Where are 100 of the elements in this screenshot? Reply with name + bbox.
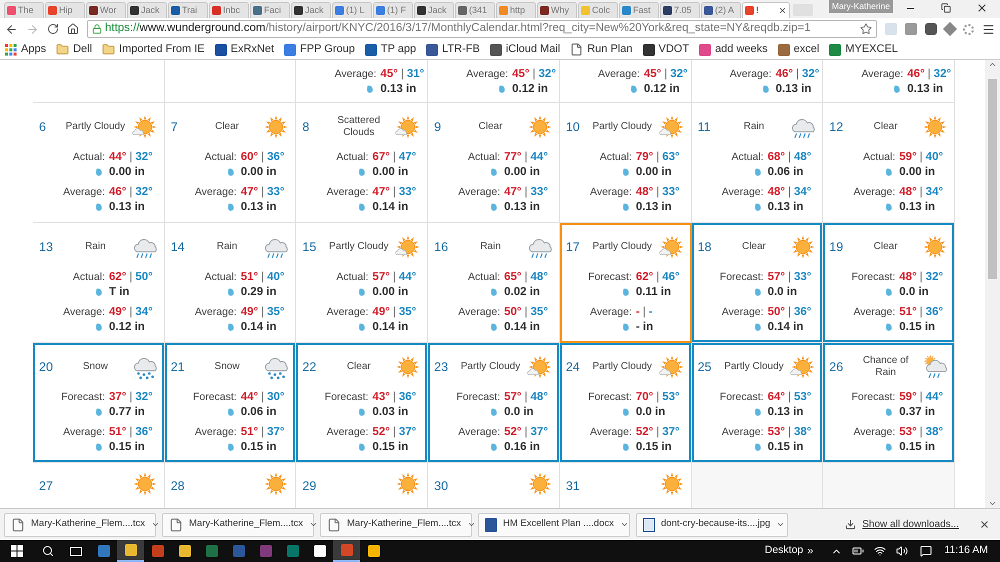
desktop-toolbar-label[interactable]: Desktop xyxy=(764,543,804,559)
bookmark-item[interactable]: MYEXCEL xyxy=(829,41,898,58)
address-field[interactable]: https://www.wunderground.com/history/airport/KNYC/2016/3/17/MonthlyCalendar.html?req_city=New%20York&req_state=NY&reqdb.zip=1 xyxy=(87,20,877,38)
bookmark-item[interactable]: iCloud Mail xyxy=(490,41,560,58)
temperature-separator: | xyxy=(786,150,792,164)
show-all-downloads-link[interactable]: Show all downloads... xyxy=(862,517,959,532)
scroll-down-icon[interactable] xyxy=(988,499,997,508)
bookmark-item[interactable]: ExRxNet xyxy=(214,41,274,58)
browser-tab[interactable]: Jack xyxy=(127,2,167,18)
high-temperature: 52° xyxy=(636,424,654,438)
reading-label: Actual: xyxy=(204,150,238,164)
download-item[interactable]: Mary-Katherine_Flem....tcx xyxy=(320,512,472,536)
reading-label: Average: xyxy=(457,184,502,198)
bookmark-item[interactable]: LTR-FB xyxy=(426,41,480,58)
precipitation-value: 0.14 in xyxy=(504,320,540,334)
temperature-separator: | xyxy=(260,270,266,284)
day-number: 29 xyxy=(302,478,316,495)
reading-label: Average: xyxy=(457,304,502,318)
clock-time[interactable]: 11:16 AM xyxy=(944,543,988,559)
windows-start-icon[interactable] xyxy=(11,545,23,557)
toolbar-chevron[interactable]: » xyxy=(807,542,814,560)
bookmark-item[interactable]: excel xyxy=(778,41,820,58)
battery-icon[interactable] xyxy=(852,545,864,557)
close-icon[interactable] xyxy=(976,2,988,14)
browser-tab[interactable]: (1) F xyxy=(373,2,413,18)
back-icon[interactable] xyxy=(5,22,18,36)
tab-title: Why xyxy=(551,4,569,17)
browser-tab[interactable]: Colc xyxy=(578,2,618,18)
reading-label: Average: xyxy=(62,304,106,318)
reading-label: Actual: xyxy=(335,150,370,164)
bookmark-item[interactable]: add weeks xyxy=(699,41,768,58)
bookmark-item[interactable]: Apps xyxy=(5,41,46,58)
menu-icon[interactable] xyxy=(982,22,995,36)
browser-tab[interactable]: Faci xyxy=(250,2,290,18)
high-temperature: 37° xyxy=(109,390,126,404)
reading-label: Average: xyxy=(728,66,773,80)
temperature-separator: | xyxy=(663,66,668,80)
browser-tab[interactable]: The xyxy=(4,2,44,18)
download-item[interactable]: Mary-Katherine_Flem....tcx xyxy=(162,512,314,536)
reading-label: Average: xyxy=(326,184,370,198)
bookmark-item[interactable]: Run Plan xyxy=(570,41,632,58)
caret-icon[interactable] xyxy=(151,520,160,529)
download-item[interactable]: HM Excellent Plan ....docx xyxy=(478,512,630,536)
reading-label: Average: xyxy=(720,304,765,318)
browser-tab[interactable]: (341 xyxy=(455,2,495,18)
browser-tab[interactable]: (2) A xyxy=(701,2,741,18)
browser-tab[interactable]: http xyxy=(496,2,536,18)
browser-tab[interactable]: (1) L xyxy=(332,2,372,18)
caret-icon[interactable] xyxy=(467,520,476,529)
precipitation-value: 0.15 in xyxy=(372,440,408,454)
task-view-icon[interactable] xyxy=(70,546,82,556)
bookmark-item[interactable]: TP app xyxy=(364,41,416,58)
taskbar-app-button[interactable] xyxy=(117,540,144,562)
browser-tab[interactable]: Jack xyxy=(291,2,331,18)
search-icon[interactable] xyxy=(42,545,54,557)
download-item[interactable]: dont-cry-because-its....jpg xyxy=(636,512,788,536)
caret-icon[interactable] xyxy=(620,520,629,529)
browser-tab[interactable]: ! xyxy=(742,2,790,18)
precipitation-value: 0.00 in xyxy=(109,164,145,178)
bookmark-item[interactable]: VDOT xyxy=(642,41,690,58)
temperature-separator: | xyxy=(128,184,134,198)
caret-icon[interactable] xyxy=(776,520,786,529)
bookmark-star-icon[interactable] xyxy=(860,23,872,35)
precipitation-value: 0.77 in xyxy=(109,404,145,418)
browser-tab[interactable]: Inbc xyxy=(209,2,249,18)
close-icon[interactable] xyxy=(979,519,990,530)
close-icon[interactable] xyxy=(778,6,787,15)
restore-icon[interactable] xyxy=(940,3,951,13)
browser-tab[interactable]: Hip xyxy=(45,2,85,18)
temperature-separator: | xyxy=(794,66,800,80)
high-temperature: 45° xyxy=(644,66,662,80)
scrollbar[interactable] xyxy=(985,60,1000,508)
reading-label: Average: xyxy=(860,66,904,80)
day-number: 15 xyxy=(302,238,318,256)
high-temperature: 52° xyxy=(504,424,522,438)
browser-tab[interactable]: Why xyxy=(537,2,577,18)
file-icon xyxy=(327,518,341,532)
reload-icon[interactable] xyxy=(47,23,59,35)
reading-label: Average: xyxy=(62,184,106,198)
extension-icon[interactable] xyxy=(925,23,937,35)
browser-tab[interactable]: Fast xyxy=(619,2,659,18)
bookmark-item[interactable]: Dell xyxy=(56,41,92,58)
download-item[interactable]: Mary-Katherine_Flem....tcx xyxy=(4,512,156,536)
temperature-separator: | xyxy=(642,304,647,318)
tab-title: Jack xyxy=(141,4,160,17)
temperature-separator: | xyxy=(128,304,134,318)
notifications-icon[interactable] xyxy=(920,545,932,557)
browser-tab[interactable]: Wor xyxy=(86,2,126,18)
condition-label: Clear xyxy=(346,361,372,373)
volume-icon[interactable] xyxy=(896,545,908,557)
bookmark-item[interactable]: Imported From IE xyxy=(102,41,205,58)
tab-title: Trai xyxy=(182,4,198,17)
browser-tab[interactable]: Jack xyxy=(414,2,454,18)
caret-icon[interactable] xyxy=(309,520,318,529)
home-icon[interactable] xyxy=(67,23,79,35)
scroll-up-icon[interactable] xyxy=(988,60,997,69)
bookmark-item[interactable]: FPP Group xyxy=(284,41,355,58)
browser-tab[interactable]: 7.05 xyxy=(660,2,700,18)
browser-tab[interactable]: Trai xyxy=(168,2,208,18)
raindrop-icon xyxy=(366,84,374,94)
